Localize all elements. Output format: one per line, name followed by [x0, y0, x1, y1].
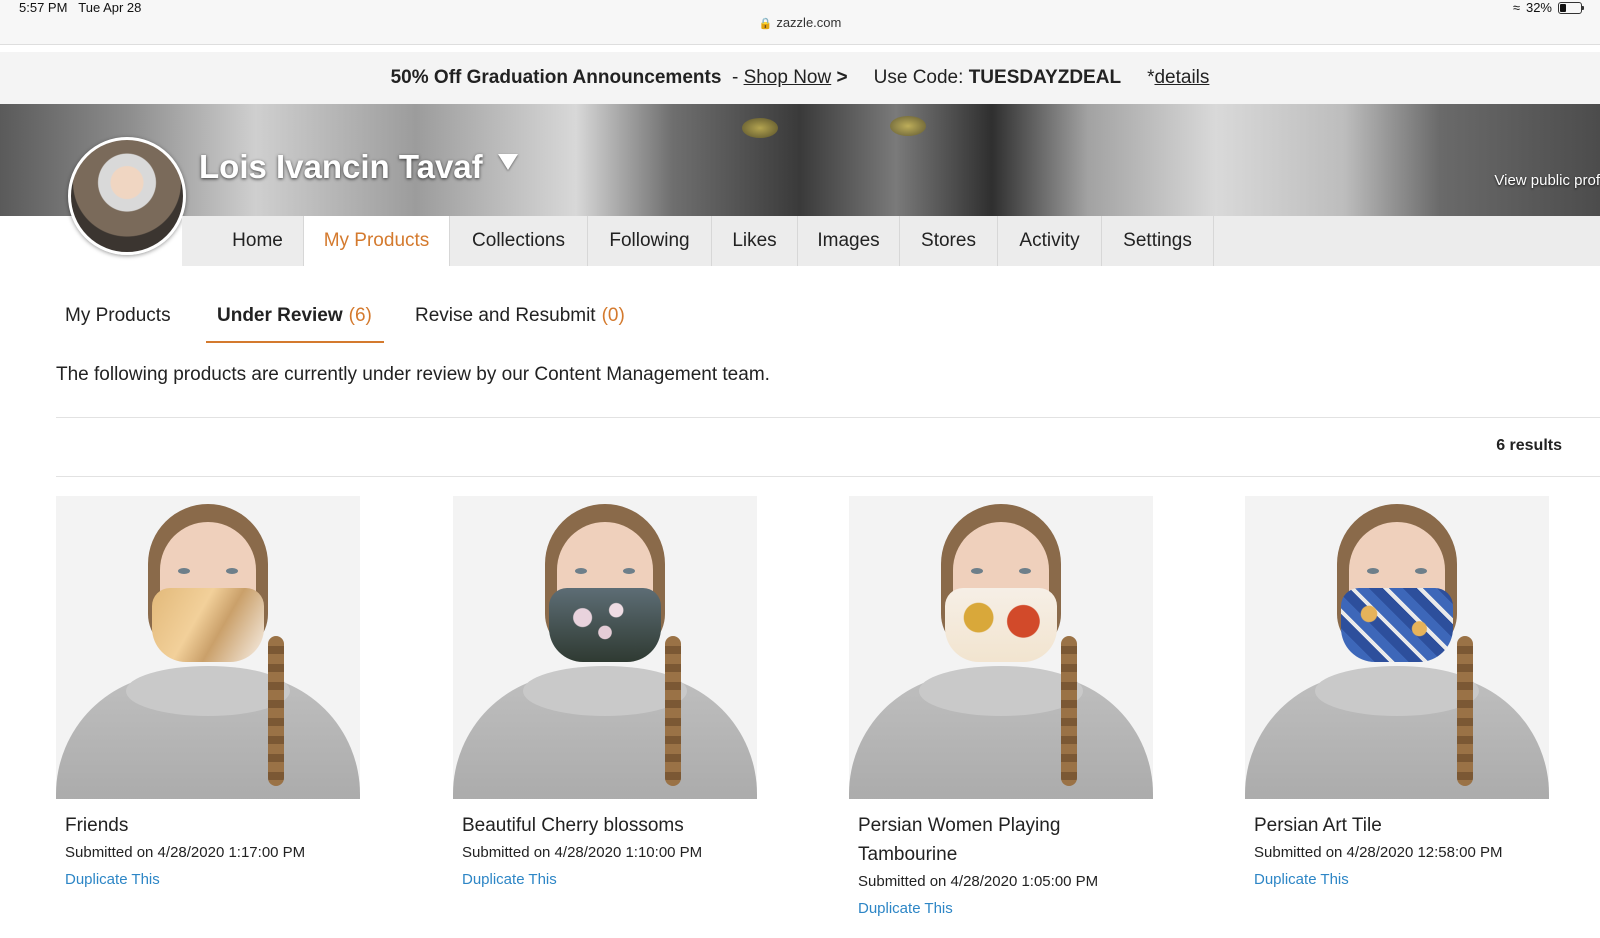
- address-bar[interactable]: 🔒 zazzle.com: [0, 15, 1600, 30]
- battery-icon: [1558, 1, 1584, 14]
- face-mask-graphic: [549, 588, 661, 662]
- subtab-label: Revise and Resubmit: [415, 305, 596, 326]
- promo-code-label: Use Code:: [873, 67, 964, 88]
- product-title[interactable]: Friends: [65, 811, 355, 840]
- subtab-label: My Products: [65, 305, 171, 326]
- duplicate-link[interactable]: Duplicate This: [462, 871, 757, 888]
- profile-name: Lois Ivancin Tavaf: [199, 148, 483, 185]
- subtab-count: (0): [601, 305, 625, 326]
- product-image[interactable]: [453, 496, 757, 799]
- product-title[interactable]: Persian Art Tile: [1254, 811, 1544, 840]
- avatar[interactable]: [68, 137, 186, 255]
- view-public-profile-link[interactable]: View public prof: [1494, 172, 1600, 189]
- tab-activity[interactable]: Activity: [998, 216, 1102, 266]
- subtab-under-review[interactable]: Under Review (6): [217, 305, 372, 327]
- duplicate-link[interactable]: Duplicate This: [1254, 871, 1549, 888]
- details-prefix: *: [1147, 67, 1155, 88]
- url-text: zazzle.com: [776, 15, 842, 30]
- product-image[interactable]: [1245, 496, 1549, 799]
- subtab-my-products[interactable]: My Products: [65, 305, 171, 327]
- results-count: 6 results: [1496, 437, 1562, 454]
- product-submitted-date: Submitted on 4/28/2020 12:58:00 PM: [1254, 844, 1503, 861]
- battery-percent: 32%: [1525, 0, 1552, 15]
- product-card: Persian Art Tile Submitted on 4/28/2020 …: [1245, 496, 1549, 888]
- lock-icon: 🔒: [758, 18, 773, 30]
- profile-dropdown-icon[interactable]: [498, 154, 518, 170]
- promo-code: TUESDAYZDEAL: [968, 67, 1122, 88]
- tab-my-products[interactable]: My Products: [304, 216, 450, 266]
- tab-likes[interactable]: Likes: [712, 216, 798, 266]
- product-title[interactable]: Beautiful Cherry blossoms: [462, 811, 752, 840]
- product-submitted-date: Submitted on 4/28/2020 1:05:00 PM: [858, 873, 1099, 890]
- subtab-label: Under Review: [217, 305, 343, 326]
- wifi-icon: ≈: [1512, 0, 1520, 15]
- tab-following[interactable]: Following: [588, 216, 712, 266]
- subtab-revise-and-resubmit[interactable]: Revise and Resubmit (0): [415, 305, 625, 327]
- banner-decoration: [890, 116, 926, 136]
- status-indicators: ≈ 32%: [1512, 0, 1584, 15]
- divider: [56, 476, 1600, 477]
- profile-nav: Home My Products Collections Following L…: [182, 216, 1600, 266]
- product-card: Beautiful Cherry blossoms Submitted on 4…: [453, 496, 757, 888]
- subtab-count: (6): [348, 305, 372, 326]
- product-image[interactable]: [849, 496, 1153, 799]
- details-link[interactable]: details: [1154, 67, 1209, 89]
- divider: [56, 417, 1600, 418]
- banner-decoration: [742, 118, 778, 138]
- shop-now-link[interactable]: Shop Now: [744, 67, 832, 89]
- duplicate-link[interactable]: Duplicate This: [65, 871, 360, 888]
- product-image[interactable]: [56, 496, 360, 799]
- product-submitted-date: Submitted on 4/28/2020 1:10:00 PM: [462, 844, 703, 861]
- face-mask-graphic: [945, 588, 1057, 662]
- review-note: The following products are currently und…: [56, 364, 770, 385]
- promo-separator: -: [731, 67, 739, 88]
- product-card: Persian Women Playing Tambourine Submitt…: [849, 496, 1153, 917]
- tab-settings[interactable]: Settings: [1102, 216, 1214, 266]
- tab-collections[interactable]: Collections: [450, 216, 588, 266]
- face-mask-graphic: [152, 588, 264, 662]
- duplicate-link[interactable]: Duplicate This: [858, 900, 1153, 917]
- status-bar: 5:57 PM Tue Apr 28 🔒 zazzle.com ≈ 32%: [0, 0, 1600, 45]
- promo-headline: 50% Off Graduation Announcements: [390, 67, 722, 88]
- face-mask-graphic: [1341, 588, 1453, 662]
- tab-stores[interactable]: Stores: [900, 216, 998, 266]
- shop-now-arrow: >: [836, 67, 848, 88]
- tab-images[interactable]: Images: [798, 216, 900, 266]
- status-time: 5:57 PM Tue Apr 28: [19, 0, 142, 15]
- product-title[interactable]: Persian Women Playing Tambourine: [858, 811, 1148, 869]
- promo-bar: 50% Off Graduation Announcements - Shop …: [0, 52, 1600, 104]
- product-card: Friends Submitted on 4/28/2020 1:17:00 P…: [56, 496, 360, 888]
- tab-home[interactable]: Home: [212, 216, 304, 266]
- active-subtab-indicator: [206, 341, 384, 343]
- product-submitted-date: Submitted on 4/28/2020 1:17:00 PM: [65, 844, 306, 861]
